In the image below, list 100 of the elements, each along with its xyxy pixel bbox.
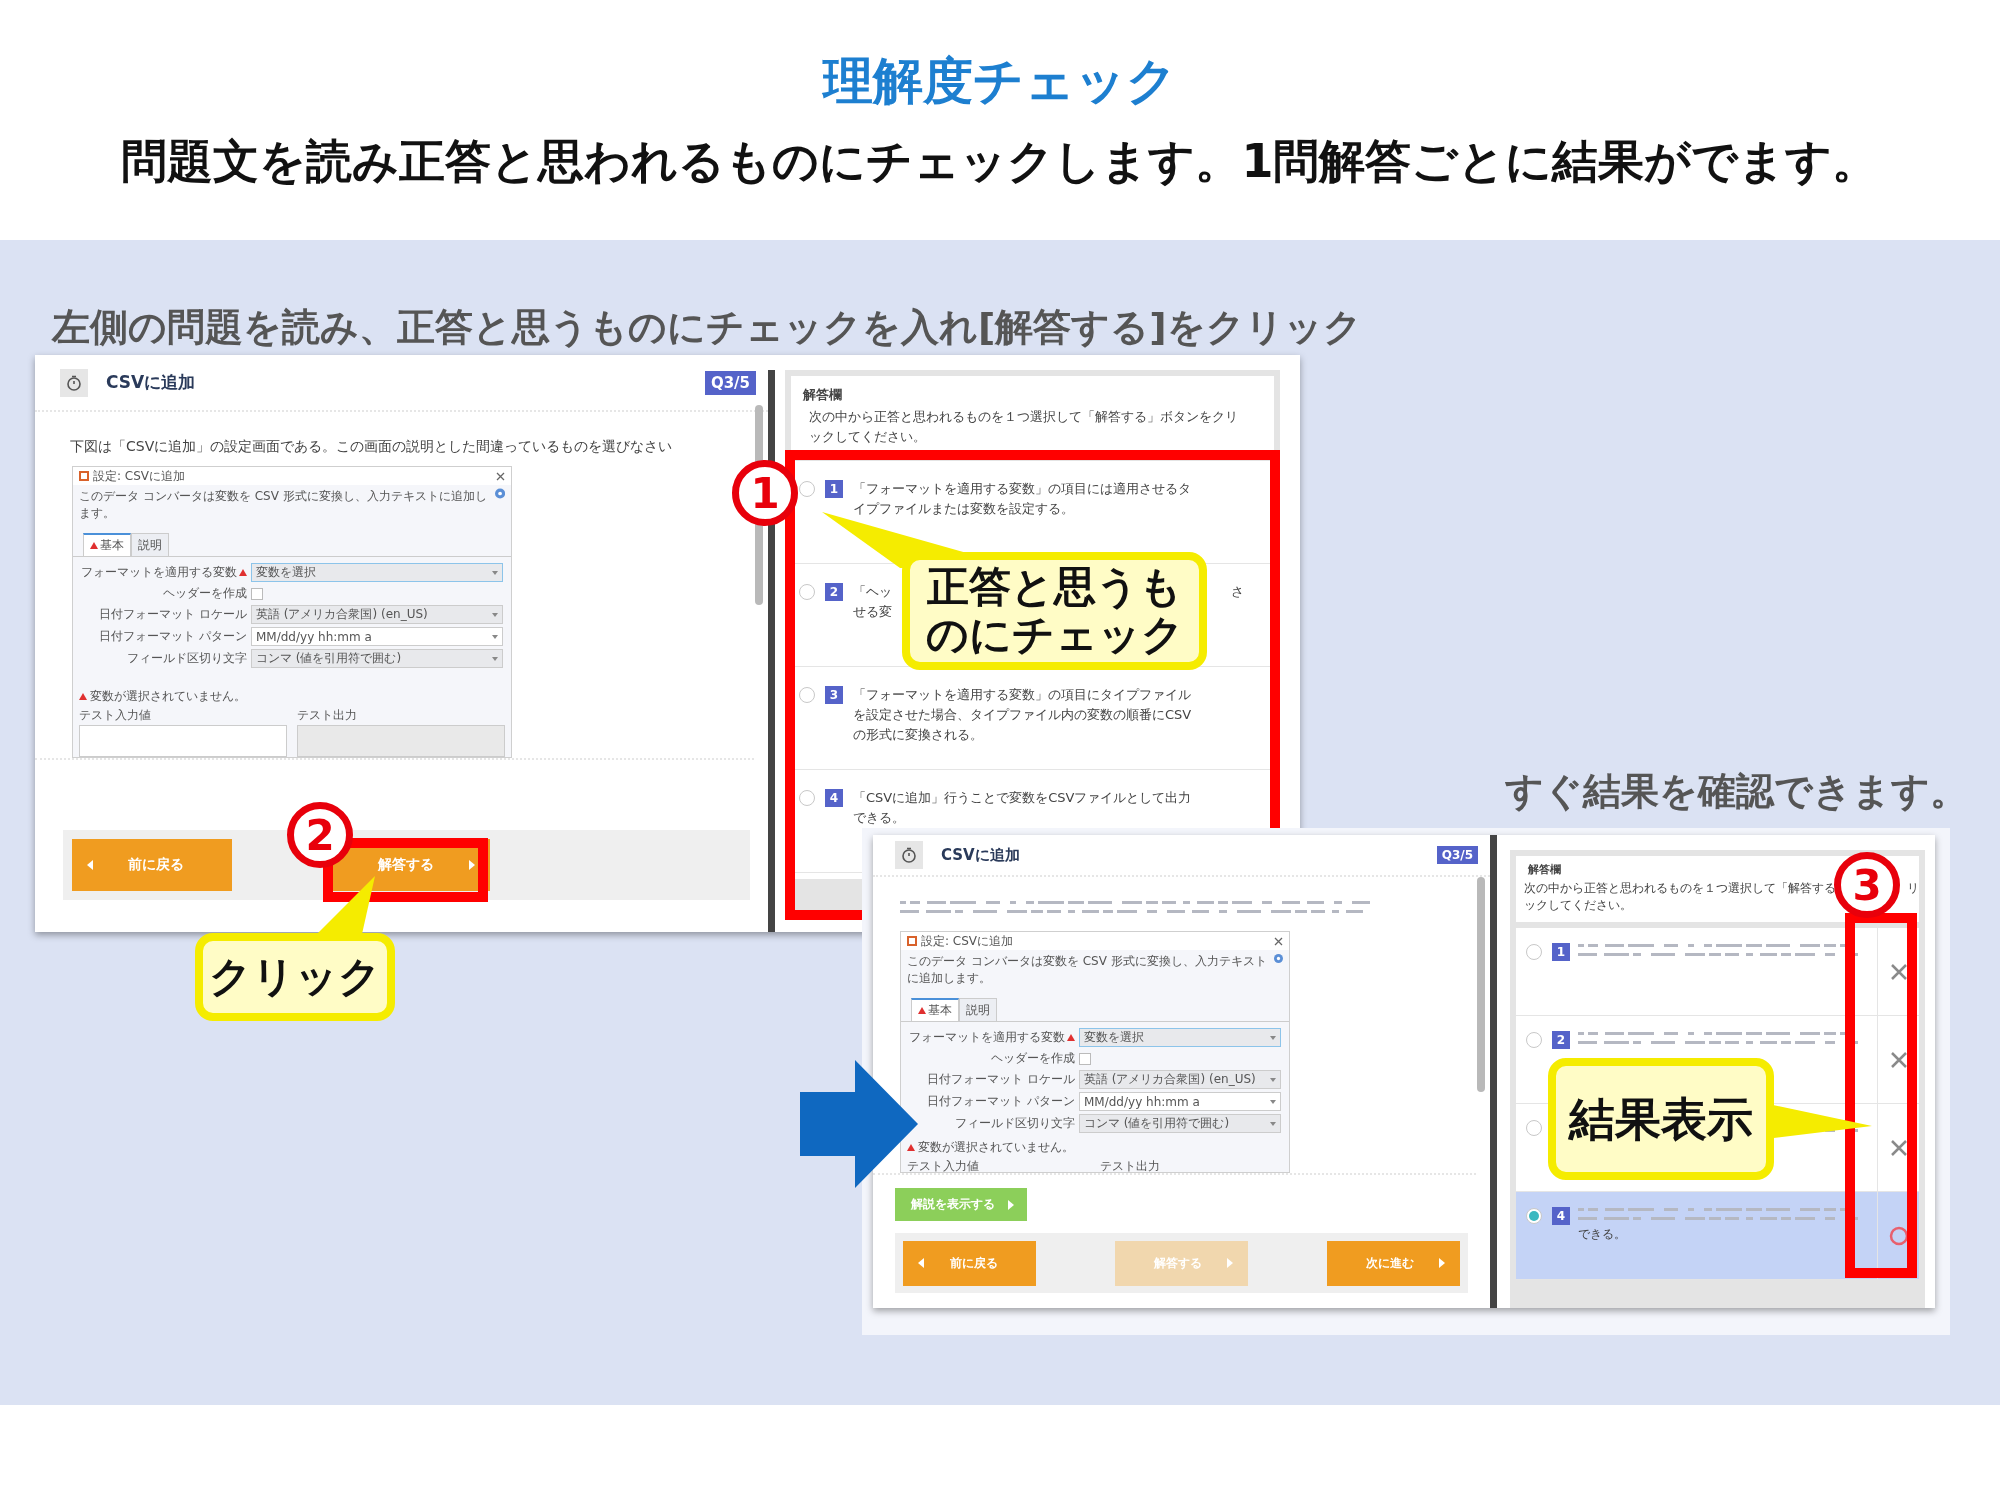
dialog-title: 設定: CSVに追加 bbox=[921, 932, 1014, 950]
field-label: テスト入力値 bbox=[79, 707, 152, 724]
clock-icon bbox=[895, 841, 923, 869]
radio-button[interactable] bbox=[1526, 1032, 1542, 1048]
callout-bubble: 正答と思うものにチェック bbox=[902, 552, 1207, 670]
radio-button[interactable] bbox=[799, 790, 815, 806]
combo-box[interactable]: MM/dd/yy hh:mm a bbox=[251, 627, 503, 646]
radio-button[interactable] bbox=[799, 481, 815, 497]
question-text: 下図は「CSVに追加」の設定画面である。この画面の説明とした間違っているものを選びなさい bbox=[70, 438, 674, 456]
answer-option[interactable]: 1 bbox=[1516, 928, 1919, 1016]
caret-icon bbox=[1270, 1099, 1276, 1104]
cross-icon bbox=[1889, 1050, 1908, 1069]
window-title: CSVに追加 bbox=[106, 371, 196, 394]
option-number: 4 bbox=[1552, 1207, 1570, 1225]
field-label: 日付フォーマット パターン bbox=[926, 1093, 1075, 1110]
warning-icon bbox=[907, 1144, 915, 1151]
tab[interactable]: 基本 bbox=[83, 533, 131, 556]
radio-button[interactable] bbox=[1526, 1208, 1542, 1224]
panel-heading: 解答欄 bbox=[802, 386, 843, 404]
option-text: 「フォーマットを適用する変数」の項目にタイプファイル を設定させた場合、タイプファイル内の変数の順番にCSV の形式に変換される。 bbox=[853, 686, 1193, 744]
dropdown[interactable]: 英語 (アメリカ合衆国) (en_US) bbox=[1079, 1070, 1281, 1089]
option-text: 「CSVに追加」行うことで変数をCSVファイルとして出力 できる。 bbox=[853, 789, 1193, 827]
option-number: 1 bbox=[825, 480, 843, 498]
question-counter: Q3/5 bbox=[1436, 846, 1478, 864]
clock-icon bbox=[60, 368, 88, 397]
instruction-text: ックしてください。 bbox=[1524, 897, 1632, 914]
caret-icon bbox=[492, 634, 498, 639]
question-counter: Q3/5 bbox=[704, 370, 756, 395]
option-text: 「フォーマットを適用する変数」の項目には適用させるタ イプファイルまたは変数を設定する。 bbox=[853, 480, 1192, 518]
warning-icon bbox=[918, 1007, 926, 1014]
field-label: 日付フォーマット ロケール bbox=[98, 606, 247, 623]
option-text: できる。 bbox=[1578, 1226, 1627, 1242]
close-icon[interactable] bbox=[1274, 936, 1283, 946]
window-title: CSVに追加 bbox=[941, 845, 1020, 865]
caret-icon bbox=[468, 860, 476, 870]
warning-text: 変数が選択されていません。 bbox=[918, 1139, 1074, 1156]
caret-icon bbox=[1007, 1199, 1015, 1210]
radio-button[interactable] bbox=[799, 584, 815, 600]
field-label: フィールド区切り文字 bbox=[126, 650, 247, 667]
caret-icon bbox=[492, 656, 498, 661]
dropdown[interactable]: コンマ (値を引用符で囲む) bbox=[1079, 1114, 1281, 1133]
instruction-text: 次の中から正答と思われるものを１つ選択して「解答する」ボタンをクリ ックしてください。 bbox=[791, 404, 1274, 461]
help-icon[interactable] bbox=[1274, 953, 1283, 964]
radio-button[interactable] bbox=[1526, 944, 1542, 960]
option-number: 3 bbox=[825, 686, 843, 704]
panel-heading: 解答欄 bbox=[1527, 862, 1562, 877]
close-icon[interactable] bbox=[496, 471, 505, 481]
app-icon bbox=[79, 471, 89, 481]
field-label: フォーマットを適用する変数 bbox=[81, 564, 247, 581]
callout-bubble: 結果表示 bbox=[1548, 1058, 1774, 1180]
combo-box[interactable]: MM/dd/yy hh:mm a bbox=[1079, 1092, 1281, 1111]
circle-icon bbox=[1888, 1225, 1909, 1246]
cross-icon bbox=[1889, 1138, 1908, 1157]
instruction-text: 左側の問題を読み、正答と思うものにチェックを入れ[解答する]をクリック bbox=[52, 304, 1362, 351]
tab[interactable]: 基本 bbox=[911, 998, 959, 1021]
option-text: さ bbox=[1231, 583, 1244, 601]
field-label: テスト出力 bbox=[297, 707, 358, 724]
caret-icon bbox=[492, 570, 498, 575]
option-number: 2 bbox=[825, 583, 843, 601]
answer-option[interactable]: 4 できる。 bbox=[1516, 1192, 1919, 1280]
tab[interactable]: 説明 bbox=[959, 998, 997, 1021]
caret-icon bbox=[1270, 1121, 1276, 1126]
checkbox[interactable] bbox=[1079, 1052, 1091, 1065]
field-label: テスト入力値 bbox=[907, 1158, 980, 1172]
caret-icon bbox=[1270, 1077, 1276, 1082]
option-text: せる変 bbox=[853, 603, 892, 621]
caret-icon bbox=[1438, 1258, 1446, 1268]
warning-icon bbox=[90, 542, 98, 549]
caret-icon bbox=[492, 612, 498, 617]
warning-text: 変数が選択されていません。 bbox=[90, 688, 246, 705]
tab[interactable]: 説明 bbox=[131, 533, 169, 556]
field-label: ヘッダーを作成 bbox=[162, 585, 247, 602]
option-number: 1 bbox=[1552, 943, 1570, 961]
dialog-title: 設定: CSVに追加 bbox=[93, 467, 186, 485]
option-number: 2 bbox=[1552, 1031, 1570, 1049]
checkbox[interactable] bbox=[251, 587, 263, 600]
field-label: ヘッダーを作成 bbox=[990, 1050, 1075, 1067]
callout-bubble: クリック bbox=[195, 933, 395, 1021]
caret-icon bbox=[1226, 1258, 1234, 1268]
dialog-description: このデータ コンバータは変数を CSV 形式に変換し、入力テキストに追加します。 bbox=[79, 488, 488, 522]
caret-icon bbox=[86, 860, 94, 870]
radio-button[interactable] bbox=[799, 687, 815, 703]
instruction-text: リ bbox=[1907, 880, 1919, 897]
dropdown[interactable]: 変数を選択 bbox=[1079, 1028, 1281, 1047]
option-number: 4 bbox=[825, 789, 843, 807]
option-text: 「ヘッ bbox=[853, 583, 892, 601]
cross-icon bbox=[1889, 962, 1908, 981]
dropdown[interactable]: コンマ (値を引用符で囲む) bbox=[251, 649, 503, 668]
instruction-text: 次の中から正答と思われるものを１つ選択して「解答する bbox=[1524, 880, 1836, 897]
dropdown[interactable]: 英語 (アメリカ合衆国) (en_US) bbox=[251, 605, 503, 624]
text-area[interactable] bbox=[79, 725, 287, 757]
warning-icon bbox=[79, 693, 87, 700]
page-subtitle: 問題文を読み正答と思われるものにチェックします。1問解答ごとに結果がでます。 bbox=[121, 133, 1879, 190]
caret-icon bbox=[917, 1258, 925, 1268]
radio-button[interactable] bbox=[1526, 1120, 1542, 1136]
page-title: 理解度チェック bbox=[823, 51, 1177, 112]
scrollbar[interactable] bbox=[1477, 877, 1485, 1092]
help-icon[interactable] bbox=[494, 488, 505, 499]
app-icon bbox=[907, 936, 917, 946]
dropdown[interactable]: 変数を選択 bbox=[251, 563, 503, 582]
